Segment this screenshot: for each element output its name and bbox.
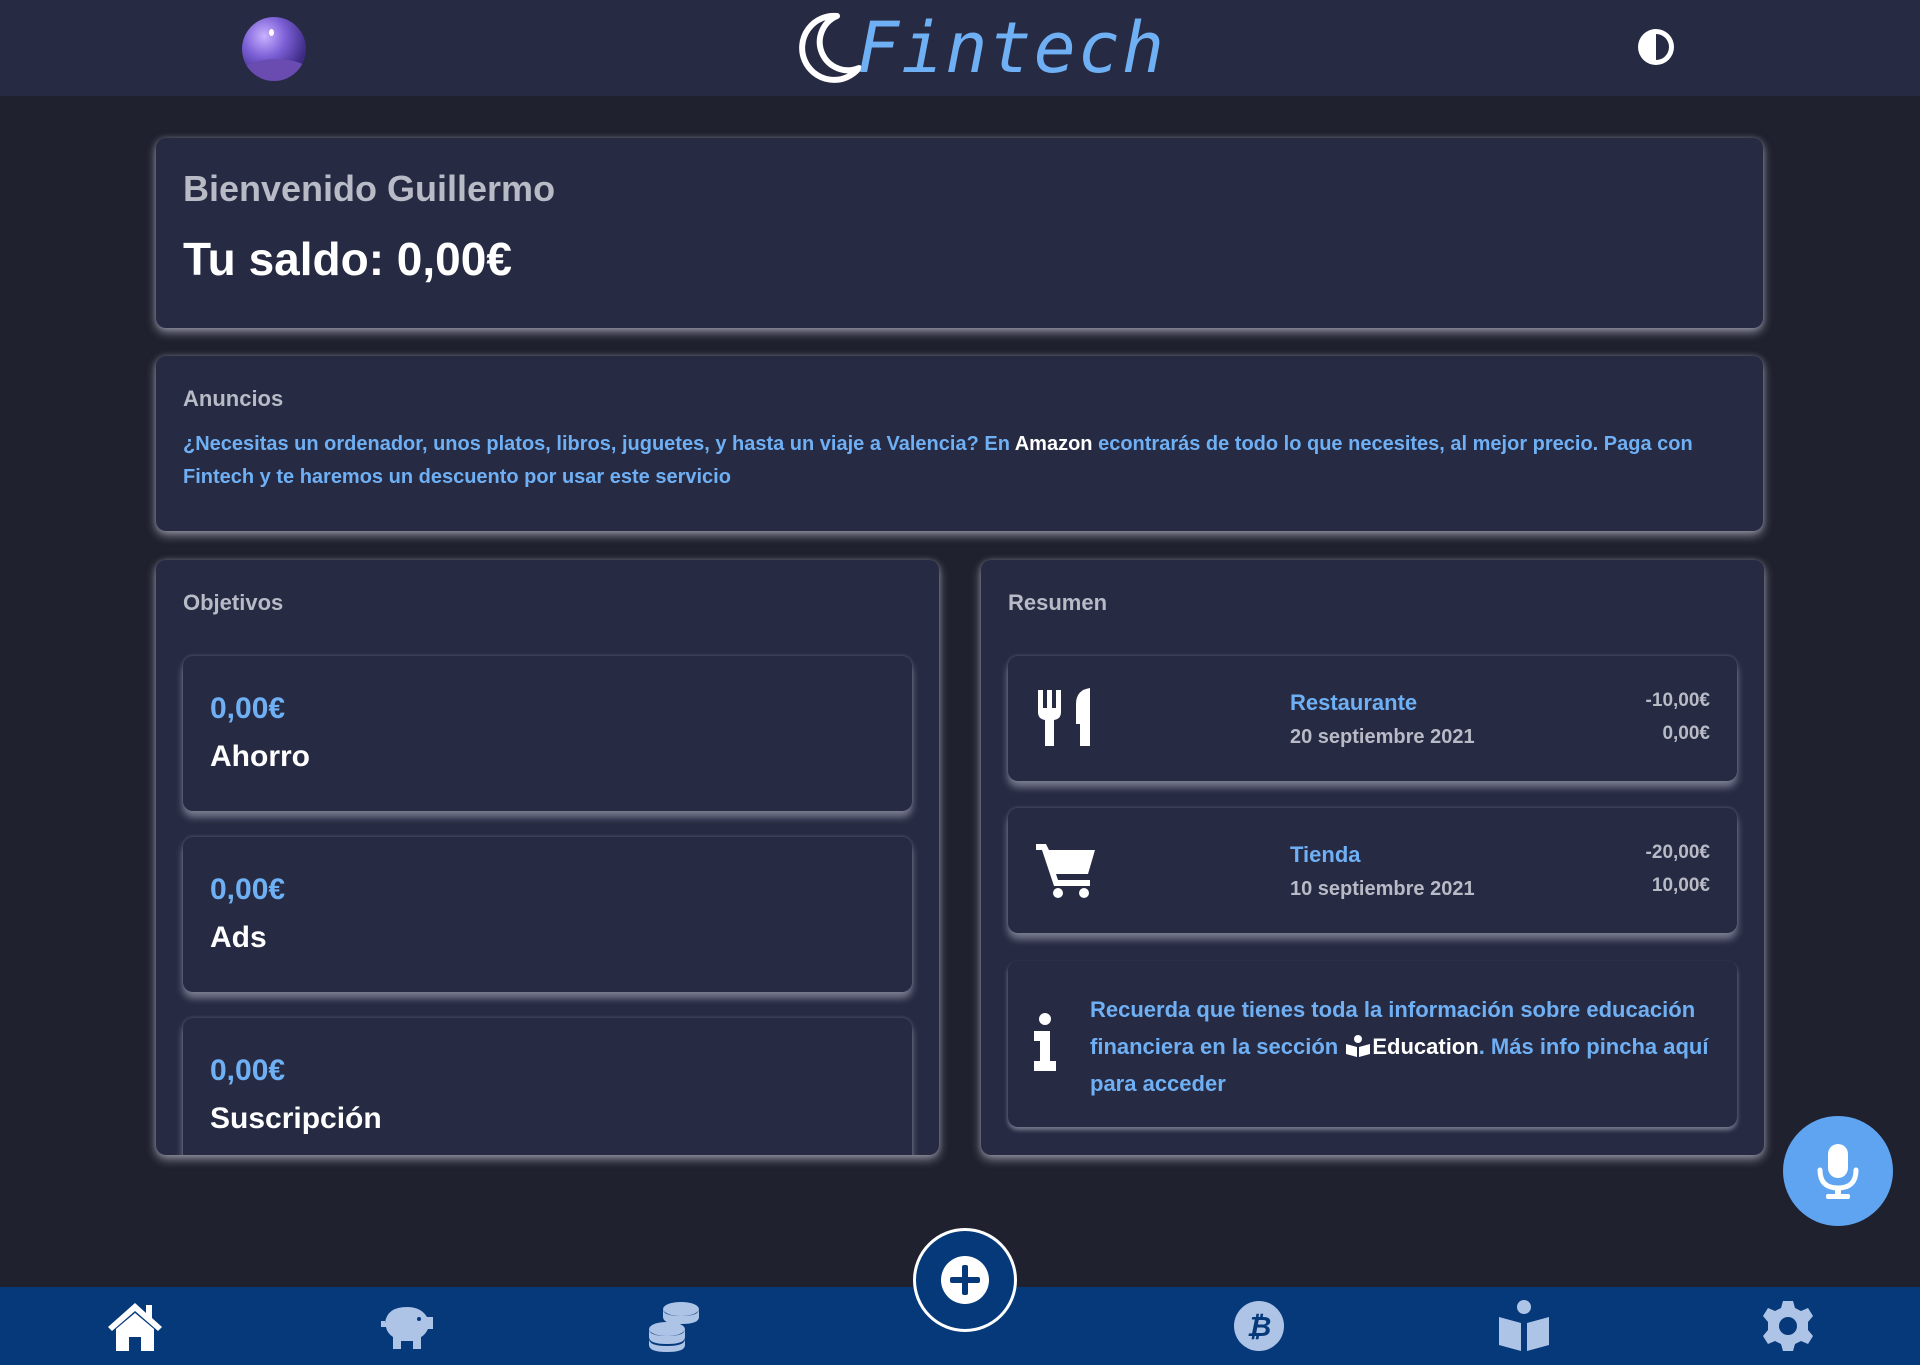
book-reader-icon[interactable] — [1495, 1299, 1553, 1353]
summary-card: Resumen Restaurante 20 septiembre 2021 -… — [981, 560, 1764, 1155]
utensils-icon — [1038, 688, 1090, 746]
education-info[interactable]: Recuerda que tienes toda la información … — [1008, 961, 1737, 1127]
greeting: Bienvenido Guillermo — [183, 168, 556, 209]
moon-shape — [269, 29, 274, 36]
goals-card: Objetivos 0,00€ Ahorro 0,00€ Ads 0,00€ S… — [156, 560, 939, 1155]
balance: Tu saldo: 0,00€ — [183, 233, 512, 285]
goal-item-ads[interactable]: 0,00€ Ads — [183, 837, 912, 992]
home-icon[interactable] — [106, 1299, 164, 1353]
transaction-balance: 0,00€ — [1662, 723, 1710, 744]
plus-icon — [941, 1256, 989, 1304]
hill-shape — [242, 59, 306, 81]
coins-icon[interactable] — [645, 1299, 703, 1353]
goal-amount: 0,00€ — [210, 1054, 286, 1087]
goal-label: Suscripción — [210, 1102, 382, 1135]
transaction-row[interactable]: Tienda 10 septiembre 2021 -20,00€ 10,00€ — [1008, 808, 1737, 933]
transaction-amount: -10,00€ — [1645, 690, 1710, 711]
avatar[interactable] — [242, 17, 306, 81]
contrast-icon[interactable] — [1635, 26, 1677, 68]
gear-icon[interactable] — [1759, 1299, 1817, 1353]
ad-brand: Amazon — [1014, 433, 1093, 455]
transaction-name: Tienda — [1290, 842, 1361, 867]
goal-item-savings[interactable]: 0,00€ Ahorro — [183, 656, 912, 811]
education-link[interactable]: Education — [1372, 1034, 1478, 1059]
goal-amount: 0,00€ — [210, 692, 286, 725]
transaction-date: 10 septiembre 2021 — [1290, 878, 1475, 900]
transaction-balance: 10,00€ — [1651, 875, 1710, 896]
app-logo[interactable]: Fintech — [793, 0, 1166, 96]
book-reader-icon — [1346, 1035, 1371, 1057]
goal-label: Ads — [210, 921, 267, 954]
ads-title: Anuncios — [183, 386, 284, 411]
add-button[interactable] — [913, 1228, 1017, 1332]
education-text[interactable]: Recuerda que tienes toda la información … — [1090, 991, 1710, 1102]
goal-label: Ahorro — [210, 740, 310, 773]
top-bar: Fintech — [0, 0, 1920, 96]
transaction-name: Restaurante — [1290, 690, 1418, 715]
summary-title: Resumen — [1008, 590, 1108, 615]
logo-text: Fintech — [857, 7, 1167, 89]
goals-title: Objetivos — [183, 590, 284, 615]
welcome-card: Bienvenido Guillermo Tu saldo: 0,00€ — [156, 138, 1763, 328]
microphone-button[interactable] — [1783, 1116, 1893, 1226]
ad-text-before: ¿Necesitas un ordenador, unos platos, li… — [183, 433, 1015, 455]
info-icon — [1034, 1013, 1056, 1071]
microphone-icon — [1817, 1144, 1859, 1199]
bitcoin-icon[interactable]: ₿ — [1230, 1299, 1288, 1353]
cart-icon — [1036, 844, 1095, 898]
goal-amount: 0,00€ — [210, 873, 286, 906]
crescent-moon-icon — [799, 12, 862, 83]
svg-text:₿: ₿ — [1247, 1310, 1272, 1343]
piggy-bank-icon[interactable] — [377, 1299, 435, 1353]
transaction-amount: -20,00€ — [1645, 842, 1710, 863]
goal-item-subscription[interactable]: 0,00€ Suscripción — [183, 1018, 912, 1155]
ads-card: Anuncios ¿Necesitas un ordenador, unos p… — [156, 356, 1763, 531]
transaction-date: 20 septiembre 2021 — [1290, 726, 1475, 748]
transaction-row[interactable]: Restaurante 20 septiembre 2021 -10,00€ 0… — [1008, 656, 1737, 781]
ad-text[interactable]: ¿Necesitas un ordenador, unos platos, li… — [183, 428, 1723, 494]
